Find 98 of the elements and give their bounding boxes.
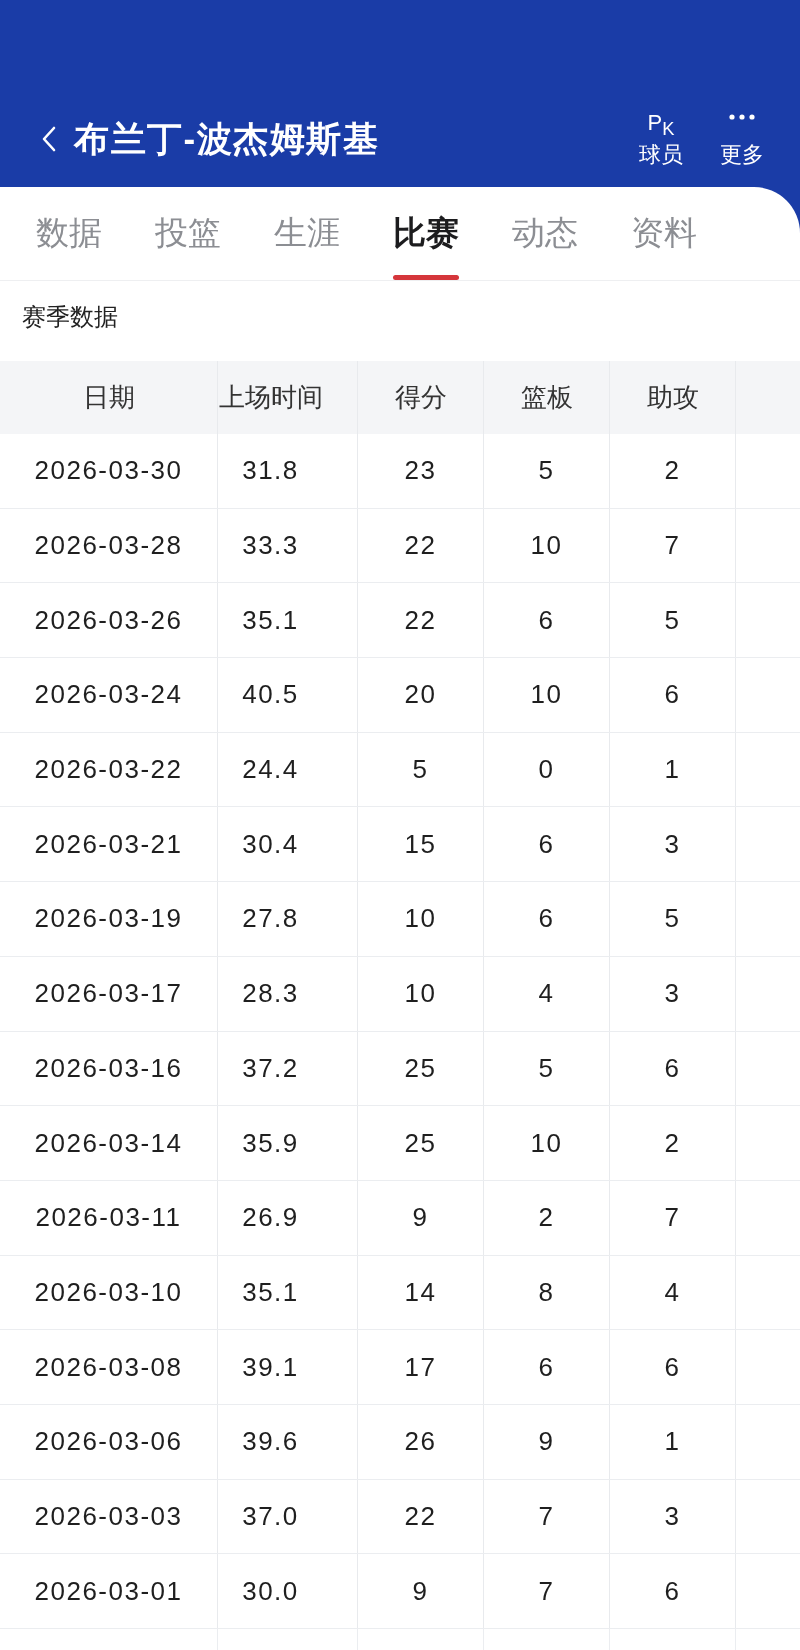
table-cell: 4 — [484, 956, 610, 1031]
table-cell: 2026-03-22 — [0, 732, 218, 807]
table-cell: 6 — [484, 882, 610, 956]
table-cell: 7 — [484, 1479, 610, 1554]
table-cell: 2 — [610, 1106, 736, 1180]
table-cell: 7 — [484, 1554, 610, 1628]
table-cell: 5 — [610, 583, 736, 658]
tab[interactable]: 资料 — [631, 187, 697, 280]
table-cell: 25 — [358, 1106, 484, 1180]
table-cell: 2026-03-17 — [0, 956, 218, 1031]
table-cell: 37.2 — [218, 1031, 358, 1106]
column-header: 上场时间 — [218, 361, 358, 434]
table-cell: 35.9 — [218, 1106, 358, 1180]
table-cell: 2 — [610, 434, 736, 508]
table-cell: 0 — [484, 732, 610, 807]
table-cell: 30.0 — [218, 1554, 358, 1628]
table-cell: 9 — [484, 1404, 610, 1479]
column-header: 得分 — [358, 361, 484, 434]
table-cell: 24.4 — [218, 732, 358, 807]
table-cell: 2026-03-06 — [0, 1404, 218, 1479]
table-cell: 33.3 — [218, 508, 358, 583]
table-cell: 39.6 — [218, 1404, 358, 1479]
pk-icon: P$_{K}$ — [647, 110, 675, 136]
table-cell: 2026-03-08 — [0, 1330, 218, 1404]
table-cell: 14 — [358, 1255, 484, 1330]
table-cell: 35.1 — [218, 583, 358, 658]
compare-button[interactable]: P$_{K}$ 球员 — [631, 110, 691, 168]
table-cell: 2026-03-28 — [0, 508, 218, 583]
table-cell: 22 — [358, 1479, 484, 1554]
column-header: 篮板 — [484, 361, 610, 434]
tab[interactable]: 比赛 — [393, 187, 459, 280]
table-cell: 2026-03-14 — [0, 1106, 218, 1180]
table-cell: 2026-03-01 — [0, 1554, 218, 1628]
table-cell: 1 — [610, 1404, 736, 1479]
tab[interactable]: 投篮 — [155, 187, 221, 280]
table-cell: 2026-03-21 — [0, 807, 218, 882]
more-button[interactable]: 更多 — [712, 110, 772, 168]
table-cell: 26 — [358, 1404, 484, 1479]
table-cell: 1 — [610, 732, 736, 807]
tab[interactable]: 数据 — [36, 187, 102, 280]
table-cell: 7 — [610, 1180, 736, 1255]
table-cell: 2026-03-03 — [0, 1479, 218, 1554]
table-cell: 22 — [358, 508, 484, 583]
table-cell: 6 — [610, 1554, 736, 1628]
table-cell: 39.1 — [218, 1330, 358, 1404]
table-cell: 10 — [358, 956, 484, 1031]
table-cell: 10 — [484, 1106, 610, 1180]
table-cell: 2026-03-24 — [0, 658, 218, 732]
table-cell: 2026-03-10 — [0, 1255, 218, 1330]
table-cell: 20 — [358, 658, 484, 732]
tab[interactable]: 生涯 — [274, 187, 340, 280]
table-cell: 6 — [484, 1330, 610, 1404]
table-cell: 5 — [484, 1031, 610, 1106]
table-cell: 10 — [484, 658, 610, 732]
table-cell: 28.3 — [218, 956, 358, 1031]
table-cell: 23 — [358, 434, 484, 508]
table-cell: 40.5 — [218, 658, 358, 732]
table-cell: 9 — [358, 1554, 484, 1628]
more-icon — [729, 114, 755, 120]
table-cell: 4 — [610, 1255, 736, 1330]
table-cell: 2026-03-30 — [0, 434, 218, 508]
table-cell: 10 — [358, 882, 484, 956]
table-cell: 6 — [484, 583, 610, 658]
table-cell: 3 — [610, 956, 736, 1031]
table-cell: 35.1 — [218, 1255, 358, 1330]
player-name: 布兰丁-波杰姆斯基 — [74, 117, 380, 160]
column-header: 助攻 — [610, 361, 736, 434]
table-cell: 7 — [610, 508, 736, 583]
table-cell: 15 — [358, 807, 484, 882]
table-cell: 10 — [484, 508, 610, 583]
section-title: 赛季数据 — [22, 302, 118, 332]
table-cell: 2026-03-19 — [0, 882, 218, 956]
table-cell: 2026-03-16 — [0, 1031, 218, 1106]
table-cell: 25 — [358, 1031, 484, 1106]
table-cell: 5 — [358, 732, 484, 807]
table-cell: 6 — [610, 1330, 736, 1404]
table-cell: 5 — [484, 434, 610, 508]
tab[interactable]: 动态 — [512, 187, 578, 280]
table-cell: 2026-03-26 — [0, 583, 218, 658]
table-cell: 31.8 — [218, 434, 358, 508]
table-cell: 9 — [358, 1180, 484, 1255]
table-cell: 26.9 — [218, 1180, 358, 1255]
table-cell: 37.0 — [218, 1479, 358, 1554]
table-cell: 5 — [610, 882, 736, 956]
table-cell: 3 — [610, 807, 736, 882]
table-cell: 8 — [484, 1255, 610, 1330]
table-cell: 27.8 — [218, 882, 358, 956]
table-cell: 6 — [610, 658, 736, 732]
table-cell: 2026-03-11 — [0, 1180, 218, 1255]
table-cell: 2 — [484, 1180, 610, 1255]
table-cell: 6 — [610, 1031, 736, 1106]
table-cell: 6 — [484, 807, 610, 882]
column-header: 日期 — [0, 361, 218, 434]
table-cell: 3 — [610, 1479, 736, 1554]
table-cell: 17 — [358, 1330, 484, 1404]
back-icon[interactable] — [42, 126, 56, 152]
table-cell: 22 — [358, 583, 484, 658]
table-cell: 30.4 — [218, 807, 358, 882]
